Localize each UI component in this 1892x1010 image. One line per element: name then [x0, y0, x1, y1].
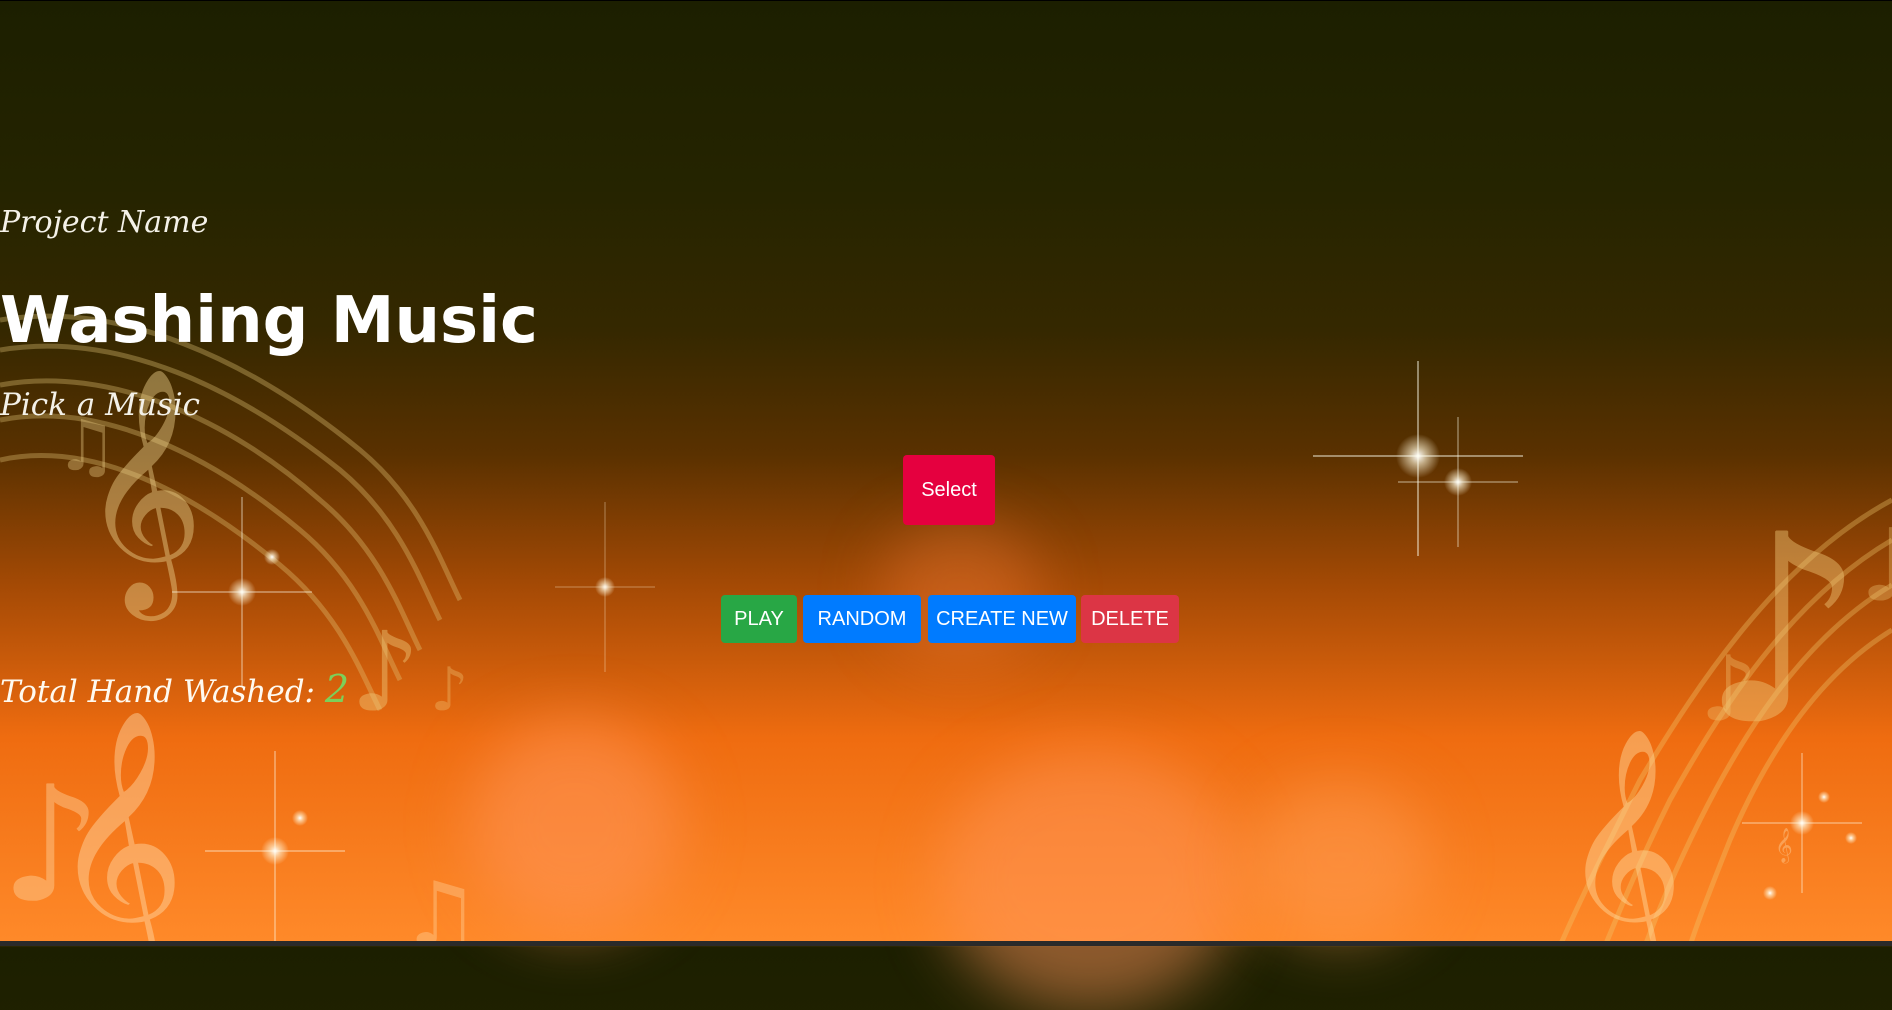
- total-hand-washed: Total Hand Washed: 2: [0, 667, 1892, 711]
- svg-text:𝄞: 𝄞: [50, 708, 186, 946]
- delete-button[interactable]: DELETE: [1081, 595, 1179, 643]
- page-subtitle: Pick a Music: [0, 387, 201, 423]
- svg-text:♪: ♪: [0, 751, 102, 938]
- treble-clef-icon: 𝄞: [50, 708, 186, 946]
- page-title: Washing Music: [0, 284, 538, 358]
- svg-text:♫: ♫: [400, 863, 481, 946]
- bottom-scrollbar[interactable]: [0, 941, 1892, 946]
- random-button[interactable]: RANDOM: [803, 595, 921, 643]
- svg-text:𝄞: 𝄞: [1560, 725, 1684, 946]
- total-hand-washed-label: Total Hand Washed:: [0, 674, 315, 710]
- bokeh-light: [470, 720, 680, 930]
- total-hand-washed-count: 2: [324, 667, 350, 711]
- select-music-button[interactable]: Select: [903, 455, 995, 525]
- svg-text:♪: ♪: [1860, 507, 1892, 624]
- bokeh-light: [940, 750, 1240, 1010]
- bokeh-light: [1250, 780, 1430, 940]
- create-new-button[interactable]: CREATE NEW: [928, 595, 1076, 643]
- music-staff-icon: [1557, 497, 1892, 946]
- top-border: [0, 0, 1892, 1]
- svg-text:♪: ♪: [1700, 480, 1866, 782]
- svg-text:𝄞: 𝄞: [1775, 828, 1793, 864]
- treble-clef-icon: 𝄞: [1560, 725, 1684, 946]
- music-staff-icon: [0, 313, 463, 712]
- play-button[interactable]: PLAY: [721, 595, 797, 643]
- project-label: Project Name: [0, 205, 209, 240]
